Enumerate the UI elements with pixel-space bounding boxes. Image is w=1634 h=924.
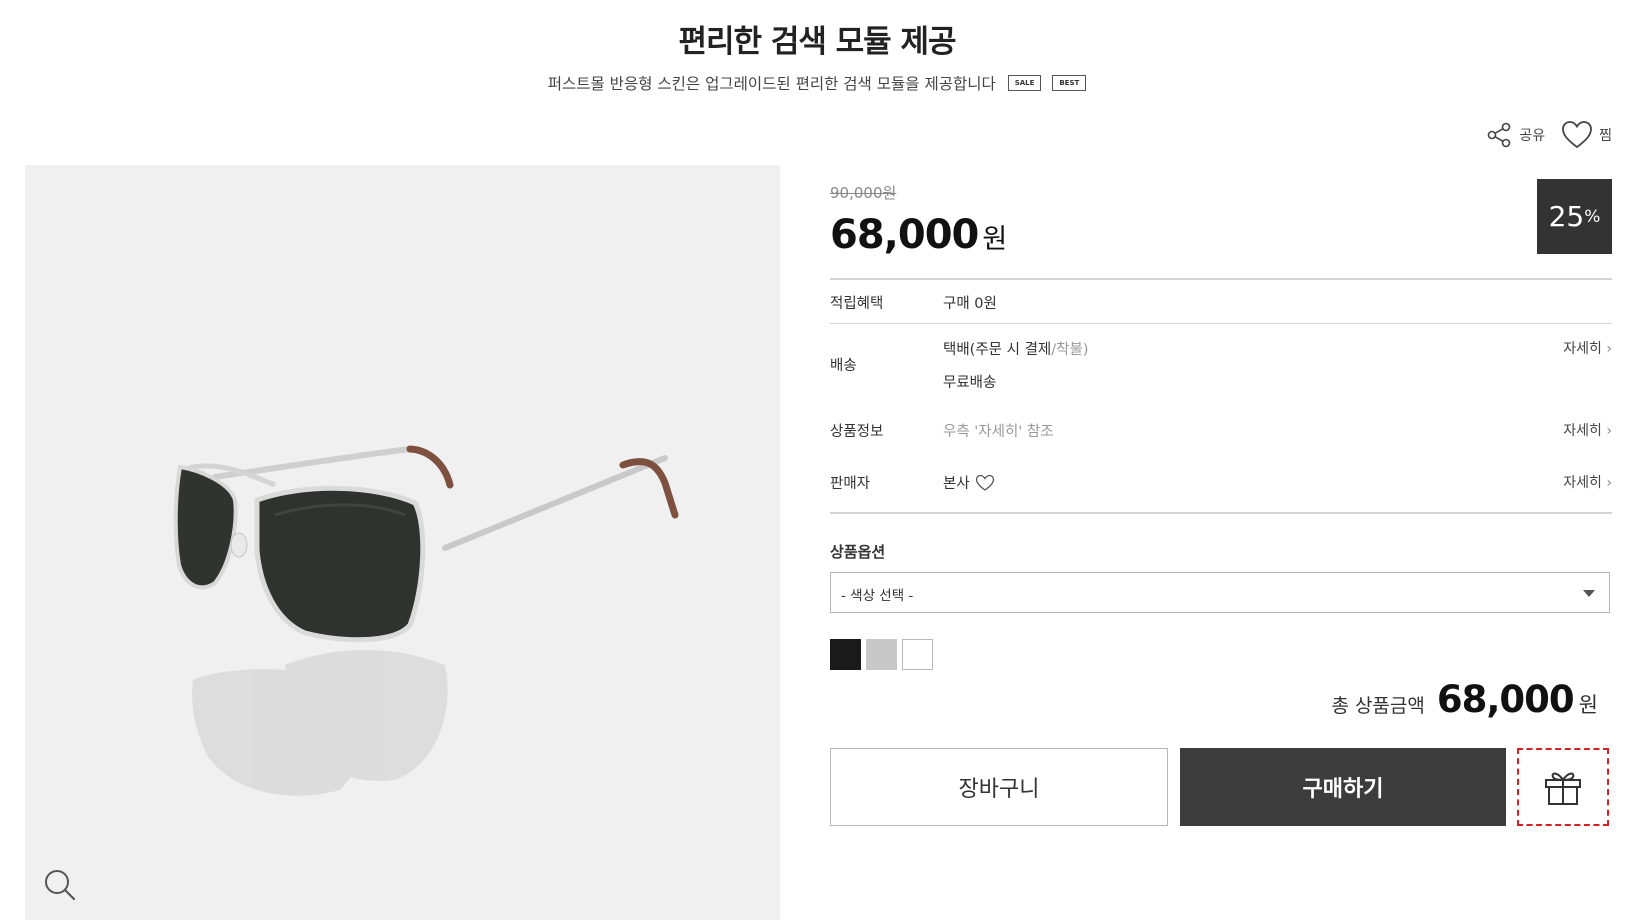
product-info-more-link[interactable]: 자세히 <box>1563 420 1612 440</box>
color-swatch-gray[interactable] <box>866 639 897 670</box>
color-select-value: - 색상 선택 - <box>841 588 914 604</box>
heart-icon <box>1562 121 1593 149</box>
total-label: 총 상품금액 <box>1331 695 1425 717</box>
wish-button[interactable]: 찜 <box>1561 120 1612 150</box>
total-unit: 원 <box>1578 693 1598 717</box>
best-badge: BEST <box>1052 74 1087 91</box>
product-image <box>25 165 780 920</box>
page-subtitle: 퍼스트몰 반응형 스킨은 업그레이드된 편리한 검색 모듈을 제공합니다 SAL… <box>0 72 1634 94</box>
color-swatch-black[interactable] <box>830 639 861 670</box>
share-button[interactable]: 공유 <box>1485 121 1545 149</box>
shipping-method: 택배(주문 시 결제/착불) <box>943 342 1089 358</box>
shipping-label: 배송 <box>830 358 857 374</box>
seller-heart-icon[interactable] <box>975 474 995 492</box>
gift-button[interactable] <box>1517 748 1609 826</box>
shipping-fee: 무료배송 <box>943 375 997 391</box>
shipping-more-link[interactable]: 자세히 <box>1563 338 1612 358</box>
chevron-down-icon <box>1583 590 1595 597</box>
product-info-value: 우측 '자세히' 참조 <box>943 424 1054 440</box>
wish-label: 찜 <box>1599 128 1612 144</box>
points-value: 구매 0원 <box>943 296 997 312</box>
gift-icon <box>1545 772 1581 805</box>
points-label: 적립혜택 <box>830 296 884 312</box>
seller-label: 판매자 <box>830 476 871 492</box>
sunglasses-image <box>173 445 679 796</box>
buy-now-button[interactable]: 구매하기 <box>1180 748 1506 826</box>
subtitle-text: 퍼스트몰 반응형 스킨은 업그레이드된 편리한 검색 모듈을 제공합니다 <box>547 75 996 93</box>
magnifier-icon <box>45 870 76 901</box>
product-info-label: 상품정보 <box>830 424 884 440</box>
total-amount: 68,000 <box>1436 678 1575 721</box>
sale-badge: SALE <box>1007 74 1042 91</box>
divider <box>830 323 1612 324</box>
total-price: 총 상품금액 68,000 원 <box>1331 678 1598 721</box>
divider <box>830 512 1612 514</box>
page-title: 편리한 검색 모듈 제공 <box>678 24 956 60</box>
share-label: 공유 <box>1519 128 1546 144</box>
seller-value: 본사 <box>943 472 995 493</box>
color-select[interactable]: - 색상 선택 - <box>830 572 1610 613</box>
product-tools: 공유 찜 <box>1485 120 1612 150</box>
option-title: 상품옵션 <box>830 543 886 561</box>
zoom-button[interactable] <box>43 868 77 902</box>
product-info-panel: 90,000원 68,000 원 25% 적립혜택 구매 0원 배송 택배(주문 … <box>830 170 1612 910</box>
seller-more-link[interactable]: 자세히 <box>1563 472 1612 492</box>
add-to-cart-button[interactable]: 장바구니 <box>830 748 1168 826</box>
share-icon <box>1488 122 1511 148</box>
original-price: 90,000원 <box>830 184 897 202</box>
divider <box>830 278 1612 280</box>
color-swatch-white[interactable] <box>902 639 933 670</box>
discount-badge: 25% <box>1537 179 1612 254</box>
sale-price: 68,000 원 <box>830 212 1007 258</box>
